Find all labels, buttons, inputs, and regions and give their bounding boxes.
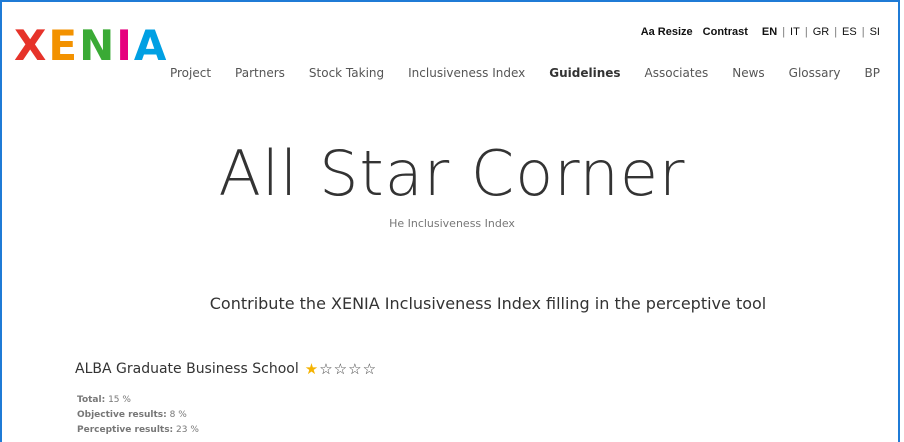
nav-stock-taking[interactable]: Stock Taking (309, 66, 384, 80)
logo-letter-a: A (133, 21, 169, 70)
star-filled-icon: ★ (304, 359, 319, 378)
lang-separator: | (861, 26, 865, 38)
nav-project[interactable]: Project (170, 66, 211, 80)
lang-separator: | (804, 26, 808, 38)
utility-bar: Aa Resize Contrast EN | IT | GR | ES | S… (631, 26, 880, 38)
lang-gr[interactable]: GR (813, 26, 830, 38)
main-nav: Project Partners Stock Taking Inclusiven… (146, 66, 880, 80)
result-label: Objective results: (77, 410, 167, 420)
page-frame: XENIA Aa Resize Contrast EN | IT | GR | … (0, 0, 900, 442)
result-perceptive: Perceptive results: 23 % (77, 423, 199, 438)
star-empty-icon: ☆ (333, 359, 348, 378)
nav-news[interactable]: News (732, 66, 764, 80)
result-total: Total: 15 % (77, 393, 199, 408)
lang-separator: | (782, 26, 786, 38)
resize-link[interactable]: Aa Resize (641, 26, 693, 38)
star-rating: ★ ☆ ☆ ☆ ☆ (304, 359, 377, 378)
page-subtitle: He Inclusiveness Index (389, 217, 515, 230)
result-value: 23 % (176, 425, 199, 435)
nav-inclusiveness-index[interactable]: Inclusiveness Index (408, 66, 525, 80)
xenia-logo[interactable]: XENIA (14, 24, 168, 68)
star-empty-icon: ☆ (362, 359, 377, 378)
lang-es[interactable]: ES (842, 26, 857, 38)
logo-letter-n: N (79, 21, 117, 70)
nav-guidelines[interactable]: Guidelines (549, 66, 620, 80)
contribute-heading: Contribute the XENIA Inclusiveness Index… (209, 294, 767, 313)
page-title: All Star Corner (218, 137, 686, 210)
results-list: Total: 15 % Objective results: 8 % Perce… (77, 393, 199, 438)
language-switcher: EN | IT | GR | ES | SI (762, 26, 880, 38)
star-empty-icon: ☆ (319, 359, 333, 378)
result-value: 15 % (108, 395, 131, 405)
lang-it[interactable]: IT (790, 26, 800, 38)
logo-letter-i: I (116, 21, 134, 70)
school-name: ALBA Graduate Business School (75, 361, 299, 377)
logo-letter-e: E (48, 21, 80, 70)
lang-en[interactable]: EN (762, 26, 777, 38)
nav-bp[interactable]: BP (865, 66, 880, 80)
lang-si[interactable]: SI (870, 26, 880, 38)
result-label: Total: (77, 395, 106, 405)
lang-separator: | (834, 26, 838, 38)
result-value: 8 % (169, 410, 187, 420)
nav-glossary[interactable]: Glossary (789, 66, 841, 80)
result-objective: Objective results: 8 % (77, 408, 199, 423)
nav-associates[interactable]: Associates (645, 66, 709, 80)
nav-partners[interactable]: Partners (235, 66, 285, 80)
result-label: Perceptive results: (77, 425, 174, 435)
star-empty-icon: ☆ (348, 359, 362, 378)
contrast-link[interactable]: Contrast (703, 26, 748, 38)
logo-letter-x: X (14, 21, 49, 70)
school-entry: ALBA Graduate Business School ★ ☆ ☆ ☆ ☆ (75, 361, 377, 377)
